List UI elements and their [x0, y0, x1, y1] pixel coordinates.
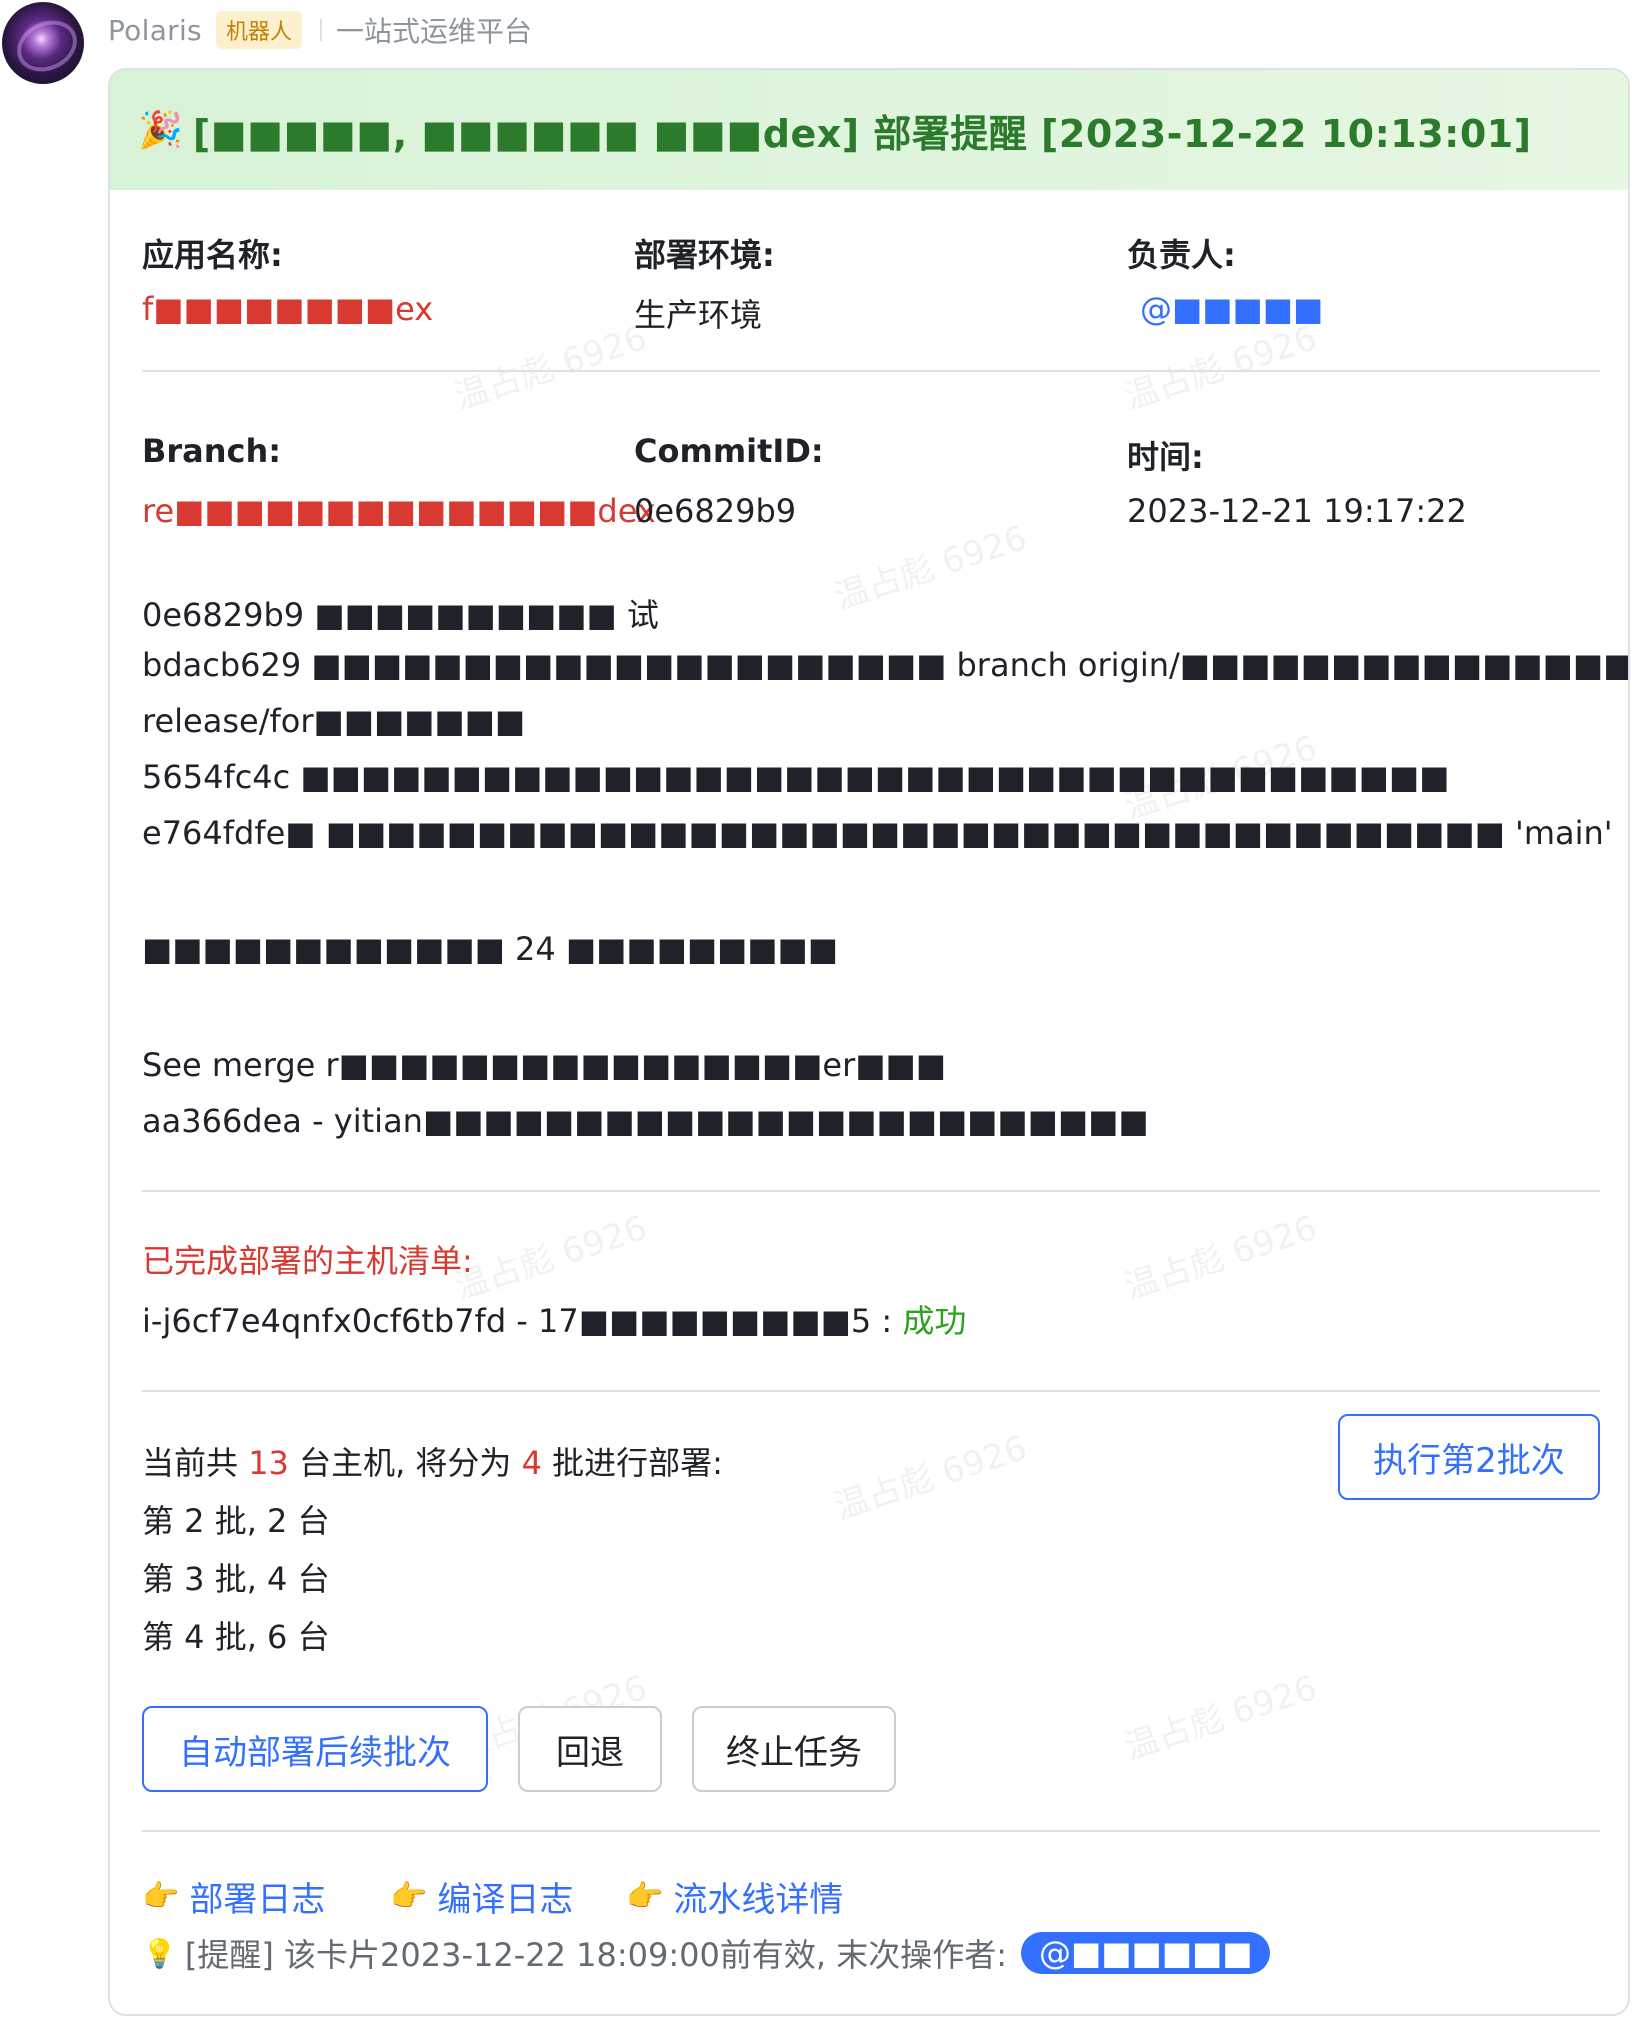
watermark: 温占彪 6926 — [829, 1428, 1032, 1528]
sender-info: Polaris 机器人 一站式运维平台 — [108, 10, 532, 50]
divider — [142, 1830, 1600, 1832]
divider — [142, 370, 1600, 372]
party-popper-icon: 🎉 — [138, 110, 183, 151]
validity-note-text: [提醒] 该卡片2023-12-22 18:09:00前有效, 末次操作者: — [184, 1936, 1008, 1974]
batch-item: 第 3 批, 4 台 — [142, 1560, 330, 1598]
build-log-label: 编译日志 — [437, 1880, 574, 1920]
batch-item: 第 4 批, 6 台 — [142, 1618, 330, 1656]
watermark: 温占彪 6926 — [449, 1208, 652, 1308]
time-value: 2023-12-21 19:17:22 — [1127, 492, 1467, 530]
commit-log-line: 5654fc4c ■■■■■■■■■■■■■■■■■■■■■■■■■■■■■■■… — [142, 758, 1450, 796]
card-title: [■■■■■, ■■■■■■ ■■■dex] 部署提醒 [2023-12-22 … — [192, 111, 1532, 156]
batch-summary: 当前共 13 台主机, 将分为 4 批进行部署: — [142, 1438, 723, 1484]
watermark: 温占彪 6926 — [1119, 1668, 1322, 1768]
last-operator-mention[interactable]: @■■■■■■ — [1021, 1932, 1271, 1974]
divider — [319, 19, 322, 41]
rollback-button[interactable]: 回退 — [518, 1706, 662, 1792]
commit-log-line: bdacb629 ■■■■■■■■■■■■■■■■■■■■■ branch or… — [142, 646, 1628, 684]
env-label: 部署环境: — [634, 236, 775, 274]
watermark: 温占彪 6926 — [829, 518, 1032, 618]
build-log-link[interactable]: 👉 编译日志 — [390, 1872, 573, 1921]
card-header: 🎉 [■■■■■, ■■■■■■ ■■■dex] 部署提醒 [2023-12-2… — [110, 70, 1628, 190]
commit-id-value: 0e6829b9 — [634, 492, 797, 530]
batch-summary-mid: 台主机, 将分为 — [299, 1444, 512, 1482]
owner-mention[interactable]: @■■■■■ — [1140, 290, 1323, 328]
light-bulb-icon: 💡 — [142, 1936, 177, 1970]
deploy-card: 🎉 [■■■■■, ■■■■■■ ■■■dex] 部署提醒 [2023-12-2… — [108, 68, 1630, 2016]
host-count: 13 — [248, 1444, 289, 1482]
commit-log-line: release/for■■■■■■■ — [142, 702, 526, 740]
robot-badge: 机器人 — [215, 11, 302, 49]
hosts-title: 已完成部署的主机清单: — [142, 1242, 473, 1280]
deploy-log-label: 部署日志 — [189, 1880, 326, 1920]
sender-name[interactable]: Polaris — [108, 14, 202, 47]
commit-log-line: See merge r■■■■■■■■■■■■■■■■er■■■ — [142, 1046, 946, 1084]
sender-description: 一站式运维平台 — [335, 15, 532, 48]
branch-value: re■■■■■■■■■■■■■■dex — [142, 492, 656, 530]
watermark: 温占彪 6926 — [1119, 1208, 1322, 1308]
auto-deploy-button[interactable]: 自动部署后续批次 — [142, 1706, 488, 1792]
divider — [142, 1190, 1600, 1192]
batch-item: 第 2 批, 2 台 — [142, 1502, 330, 1540]
batch-summary-suffix: 批进行部署: — [552, 1444, 723, 1482]
commit-id-label: CommitID: — [634, 432, 824, 470]
host-line-text: i-j6cf7e4qnfx0cf6tb7fd - 17■■■■■■■■■5 : — [142, 1302, 893, 1340]
execute-batch-button[interactable]: 执行第2批次 — [1338, 1414, 1600, 1500]
host-status: 成功 — [902, 1302, 967, 1340]
pipeline-detail-link[interactable]: 👉 流水线详情 — [626, 1872, 843, 1921]
pointing-hand-icon: 👉 — [390, 1879, 428, 1914]
terminate-button[interactable]: 终止任务 — [692, 1706, 896, 1792]
watermark: 温占彪 6926 — [449, 318, 652, 418]
host-line: i-j6cf7e4qnfx0cf6tb7fd - 17■■■■■■■■■5 : … — [142, 1296, 966, 1342]
pointing-hand-icon: 👉 — [142, 1879, 180, 1914]
commit-log-line: ■■■■■■■■■■■■ 24 ■■■■■■■■■ — [142, 930, 838, 968]
pipeline-detail-label: 流水线详情 — [673, 1880, 844, 1920]
app-name-value: f■■■■■■■■ex — [142, 290, 434, 328]
batch-count: 4 — [521, 1444, 542, 1482]
owner-label: 负责人: — [1127, 236, 1236, 274]
deploy-log-link[interactable]: 👉 部署日志 — [142, 1872, 325, 1921]
divider — [142, 1390, 1600, 1392]
branch-label: Branch: — [142, 432, 282, 470]
commit-log-line: 0e6829b9 ■■■■■■■■■■ 试 — [142, 596, 659, 634]
time-label: 时间: — [1127, 438, 1204, 476]
pointing-hand-icon: 👉 — [626, 1879, 664, 1914]
batch-summary-prefix: 当前共 — [142, 1444, 239, 1482]
commit-log-line: e764fdfe■ ■■■■■■■■■■■■■■■■■■■■■■■■■■■■■■… — [142, 814, 1613, 852]
bot-avatar[interactable] — [2, 2, 84, 84]
env-value: 生产环境 — [634, 296, 763, 334]
validity-note: 💡 [提醒] 该卡片2023-12-22 18:09:00前有效, 末次操作者:… — [142, 1930, 1271, 1976]
app-name-label: 应用名称: — [142, 236, 283, 274]
commit-log-line: aa366dea - yitian■■■■■■■■■■■■■■■■■■■■■■■… — [142, 1102, 1149, 1140]
